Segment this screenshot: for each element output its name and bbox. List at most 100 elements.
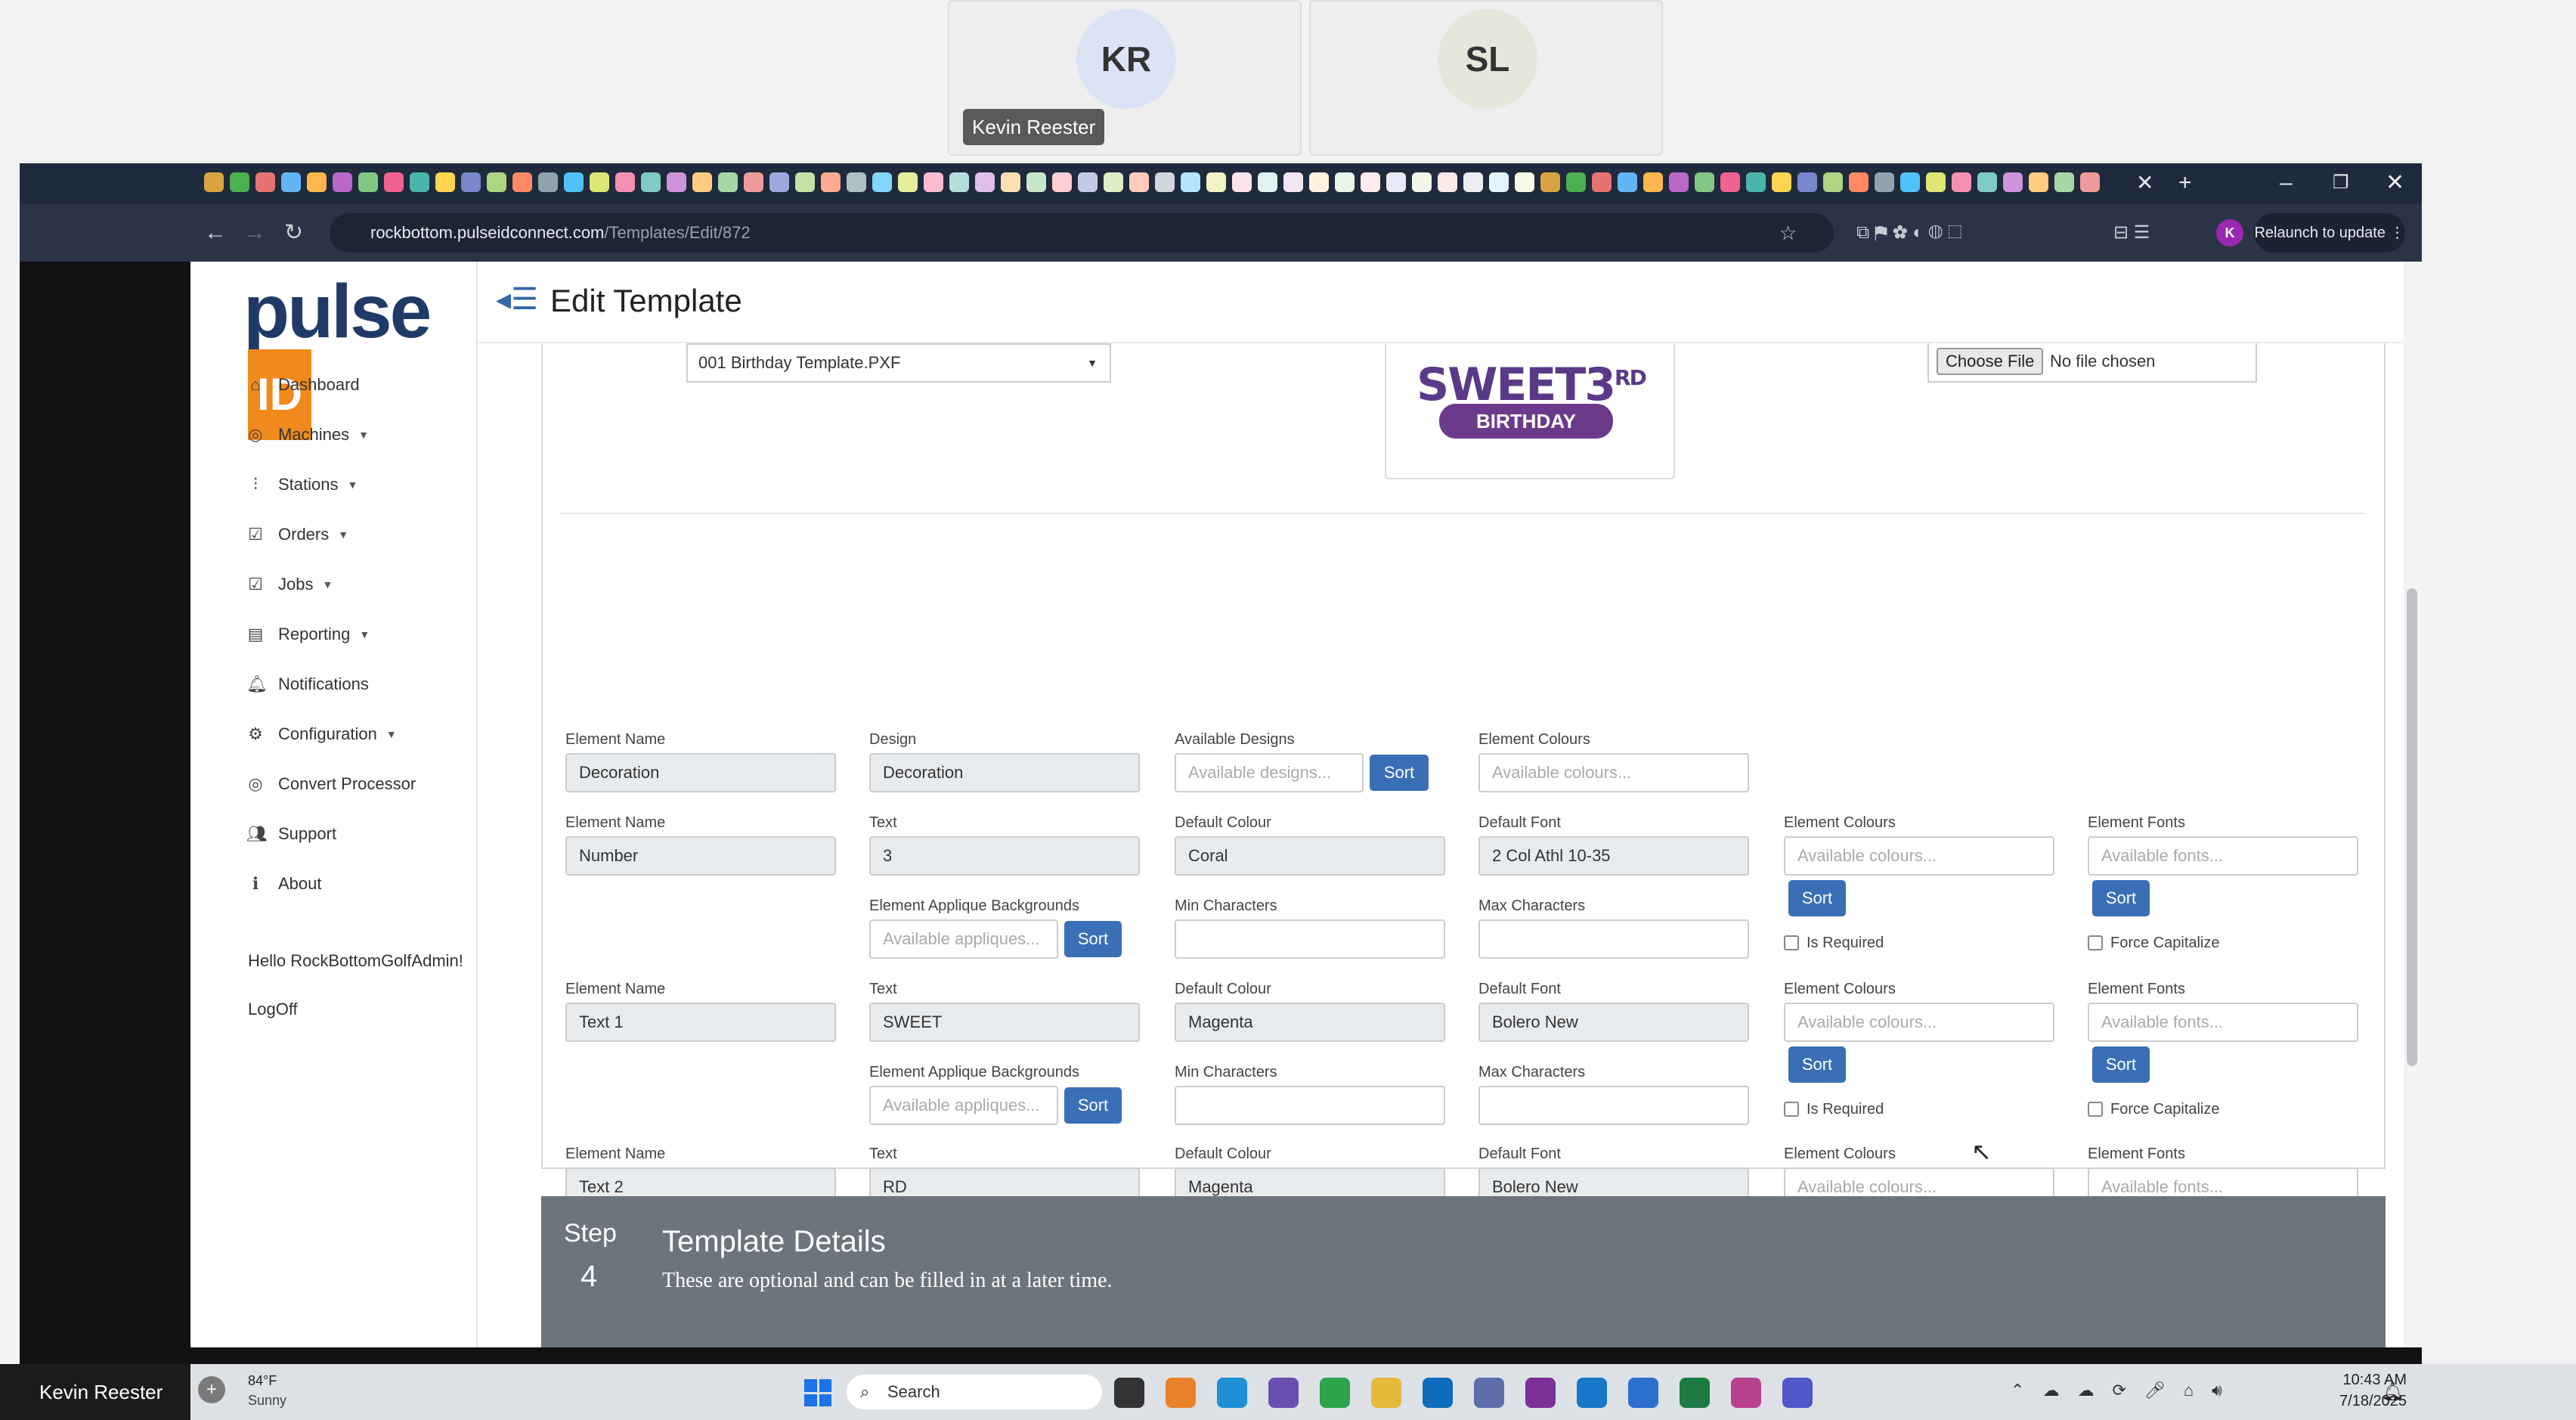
back-icon[interactable]: ← bbox=[204, 218, 227, 248]
taskbar-search[interactable]: ⌕ Search bbox=[847, 1375, 1102, 1409]
bookmark-star-icon[interactable]: ☆ bbox=[1779, 218, 1797, 248]
tab-favicons[interactable] bbox=[204, 172, 2139, 195]
element-fonts-input[interactable]: Available fonts... bbox=[2088, 1003, 2358, 1042]
onedrive-icon[interactable]: ☁ bbox=[2077, 1381, 2094, 1400]
task-view-icon[interactable] bbox=[1114, 1378, 1144, 1408]
default-font-field[interactable]: 2 Col Athl 10-35 bbox=[1478, 836, 1749, 876]
text-field[interactable]: 3 bbox=[869, 836, 1140, 876]
windows-start-icon[interactable] bbox=[804, 1379, 831, 1406]
max-chars-input[interactable] bbox=[1478, 919, 1749, 959]
template-file-select[interactable]: 001 Birthday Template.PXF ▼ bbox=[686, 343, 1111, 383]
is-required-checkbox[interactable]: Is Required bbox=[1784, 933, 1884, 953]
tab-search-icon[interactable]: ⊟ ☰ bbox=[2113, 218, 2150, 248]
close-tab-icon[interactable]: ✕ bbox=[2136, 168, 2153, 198]
app-icon[interactable] bbox=[1474, 1378, 1504, 1408]
sort-colours-button[interactable]: Sort bbox=[1788, 1046, 1846, 1083]
close-window-icon[interactable]: ✕ bbox=[2386, 168, 2404, 198]
restore-icon[interactable]: ❐ bbox=[2333, 168, 2349, 198]
relaunch-button[interactable]: Relaunch to update ⋮ bbox=[2254, 213, 2405, 253]
microphone-icon[interactable]: 🎤︎ bbox=[2144, 1381, 2166, 1400]
weather-temp[interactable]: 84°F bbox=[248, 1373, 277, 1389]
menu-toggle-icon[interactable]: ◂☰ bbox=[496, 284, 538, 315]
app-icon[interactable] bbox=[1731, 1378, 1761, 1408]
participant-tile-sl[interactable]: SL bbox=[1309, 0, 1663, 156]
reload-icon[interactable]: ↻ bbox=[284, 218, 303, 248]
system-tray[interactable]: ⌃ ☁ ☁ ⟳ 🎤︎ ⌂ 🔊︎ bbox=[2011, 1381, 2222, 1400]
applique-bg-input[interactable]: Available appliques... bbox=[869, 1086, 1058, 1125]
sort-fonts-button[interactable]: Sort bbox=[2092, 880, 2150, 916]
text-field[interactable]: SWEET bbox=[869, 1003, 1140, 1042]
element-name-field[interactable]: Decoration bbox=[565, 753, 836, 792]
edge-icon[interactable] bbox=[1217, 1378, 1247, 1408]
sidebar-item-machines[interactable]: ◎ Machines ▼ bbox=[246, 416, 369, 454]
sidebar-item-convert-processor[interactable]: ◎ Convert Processor bbox=[246, 765, 416, 803]
checkbox-box[interactable] bbox=[1784, 935, 1799, 950]
sidebar-item-orders[interactable]: ☑ Orders ▼ bbox=[246, 516, 348, 553]
volume-icon[interactable]: 🔊︎ bbox=[2212, 1381, 2222, 1400]
element-name-field[interactable]: Text 1 bbox=[565, 1003, 836, 1042]
notification-bell-icon[interactable]: 🔔︎ bbox=[2381, 1381, 2404, 1403]
available-designs-input[interactable]: Available designs... bbox=[1175, 753, 1364, 792]
force-capitalize-checkbox[interactable]: Force Capitalize bbox=[2088, 933, 2220, 953]
extensions-icon[interactable]: ⧉ ⚑ ✿ ◐ ◍ ⬚ bbox=[1856, 218, 1962, 248]
sort-appliques-button[interactable]: Sort bbox=[1064, 921, 1122, 957]
excel-icon[interactable] bbox=[1680, 1378, 1710, 1408]
app-icon[interactable] bbox=[1166, 1378, 1196, 1408]
element-colours-input[interactable]: Available colours... bbox=[1784, 1003, 2054, 1042]
sidebar-item-configuration[interactable]: ⚙ Configuration ▼ bbox=[246, 715, 397, 753]
sidebar-item-about[interactable]: ℹ About bbox=[246, 865, 322, 903]
bell-icon: 🔔︎ bbox=[246, 674, 268, 693]
logoff-link[interactable]: LogOff bbox=[248, 1000, 298, 1019]
sidebar-item-stations[interactable]: ⫶ Stations ▼ bbox=[246, 466, 358, 504]
force-capitalize-checkbox[interactable]: Force Capitalize bbox=[2088, 1099, 2220, 1119]
chrome-icon[interactable] bbox=[1320, 1378, 1350, 1408]
teams-icon[interactable] bbox=[1782, 1378, 1813, 1408]
pulseid-logo[interactable]: pulseID bbox=[243, 274, 476, 440]
min-chars-input[interactable] bbox=[1175, 1086, 1445, 1125]
sidebar-item-dashboard[interactable]: ⌂ Dashboard bbox=[246, 366, 359, 404]
sort-appliques-button[interactable]: Sort bbox=[1064, 1087, 1122, 1124]
checkbox-box[interactable] bbox=[1784, 1102, 1799, 1117]
checkbox-box[interactable] bbox=[2088, 1102, 2103, 1117]
design-field[interactable]: Decoration bbox=[869, 753, 1140, 792]
outlook-icon[interactable] bbox=[1423, 1378, 1453, 1408]
sort-fonts-button[interactable]: Sort bbox=[2092, 1046, 2150, 1083]
app-icon[interactable] bbox=[1268, 1378, 1299, 1408]
cloud-icon[interactable]: ☁ bbox=[2042, 1381, 2059, 1400]
new-tab-icon[interactable]: + bbox=[2178, 168, 2192, 198]
sort-designs-button[interactable]: Sort bbox=[1370, 755, 1429, 791]
checkbox-box[interactable] bbox=[2088, 935, 2103, 950]
default-font-field[interactable]: Bolero New bbox=[1478, 1003, 1749, 1042]
forward-icon[interactable]: → bbox=[243, 218, 266, 248]
sidebar-item-notifications[interactable]: 🔔︎ Notifications bbox=[246, 665, 369, 703]
element-colours-input[interactable]: Available colours... bbox=[1784, 836, 2054, 876]
element-name-field[interactable]: Number bbox=[565, 836, 836, 876]
file-explorer-icon[interactable] bbox=[1371, 1378, 1401, 1408]
max-chars-input[interactable] bbox=[1478, 1086, 1749, 1125]
add-icon[interactable]: + bbox=[198, 1376, 225, 1403]
sidebar-item-reporting[interactable]: ▤ Reporting ▼ bbox=[246, 615, 370, 653]
taskbar-apps[interactable] bbox=[1114, 1378, 1813, 1408]
sync-icon[interactable]: ⟳ bbox=[2112, 1381, 2126, 1400]
sort-colours-button[interactable]: Sort bbox=[1788, 880, 1846, 916]
is-required-checkbox[interactable]: Is Required bbox=[1784, 1099, 1884, 1119]
default-colour-field[interactable]: Coral bbox=[1175, 836, 1445, 876]
onenote-icon[interactable] bbox=[1525, 1378, 1556, 1408]
choose-file-button[interactable]: Choose File bbox=[1937, 348, 2044, 375]
element-fonts-input[interactable]: Available fonts... bbox=[2088, 836, 2358, 876]
url-text[interactable]: rockbottom.pulseidconnect.com/Templates/… bbox=[370, 222, 751, 243]
sidebar-item-support[interactable]: 👥︎ Support bbox=[246, 815, 336, 853]
app-icon[interactable] bbox=[1628, 1378, 1658, 1408]
chevron-up-icon[interactable]: ⌃ bbox=[2011, 1381, 2024, 1400]
minimize-icon[interactable]: – bbox=[2280, 168, 2293, 198]
vscode-icon[interactable] bbox=[1577, 1378, 1607, 1408]
default-colour-field[interactable]: Magenta bbox=[1175, 1003, 1445, 1042]
scrollbar-thumb[interactable] bbox=[2407, 588, 2417, 1066]
profile-avatar[interactable]: K bbox=[2216, 219, 2243, 246]
applique-bg-input[interactable]: Available appliques... bbox=[869, 919, 1058, 959]
file-input[interactable]: Choose File No file chosen bbox=[1927, 343, 2257, 383]
network-icon[interactable]: ⌂ bbox=[2184, 1381, 2194, 1400]
element-colours-input[interactable]: Available colours... bbox=[1478, 753, 1749, 792]
min-chars-input[interactable] bbox=[1175, 919, 1445, 959]
sidebar-item-jobs[interactable]: ☑ Jobs ▼ bbox=[246, 566, 333, 603]
